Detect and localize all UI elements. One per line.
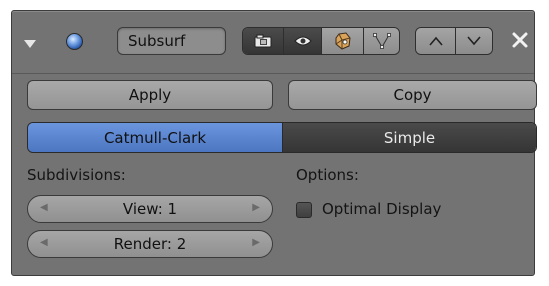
render-levels-value: Render: 2: [113, 235, 187, 253]
increment-arrow-icon[interactable]: ▶: [252, 202, 260, 213]
tab-simple[interactable]: Simple: [282, 123, 536, 152]
subdivisions-label: Subdivisions:: [27, 166, 126, 184]
cage-icon[interactable]: [363, 28, 399, 54]
decrement-arrow-icon[interactable]: ◀: [40, 202, 48, 213]
tab-catmull-clark[interactable]: Catmull-Clark: [28, 123, 282, 152]
move-down-icon[interactable]: [455, 28, 492, 54]
increment-arrow-icon[interactable]: ▶: [252, 237, 260, 248]
copy-button[interactable]: Copy: [288, 80, 537, 110]
close-x-icon[interactable]: [510, 30, 530, 50]
view-levels-value: View: 1: [122, 200, 178, 218]
optimal-display-checkbox[interactable]: [296, 202, 312, 218]
modifier-name-field[interactable]: Subsurf: [117, 27, 226, 55]
apply-button[interactable]: Apply: [27, 80, 273, 110]
visibility-toggle-group: [242, 27, 400, 55]
render-levels-field[interactable]: ◀ Render: 2 ▶: [27, 230, 273, 258]
editmode-icon[interactable]: [321, 28, 363, 54]
camera-icon[interactable]: [243, 28, 283, 54]
decrement-arrow-icon[interactable]: ◀: [40, 237, 48, 248]
eye-icon[interactable]: [283, 28, 321, 54]
triangle-down-icon[interactable]: [24, 40, 36, 48]
subdivision-algorithm-selector: Catmull-Clark Simple: [27, 122, 537, 153]
view-levels-field[interactable]: ◀ View: 1 ▶: [27, 195, 273, 223]
move-button-group: [415, 27, 493, 55]
move-up-icon[interactable]: [416, 28, 455, 54]
options-label: Options:: [296, 166, 359, 184]
subsurf-sphere-icon: [66, 33, 83, 50]
header-divider: [12, 73, 534, 74]
optimal-display-label: Optimal Display: [322, 200, 442, 218]
